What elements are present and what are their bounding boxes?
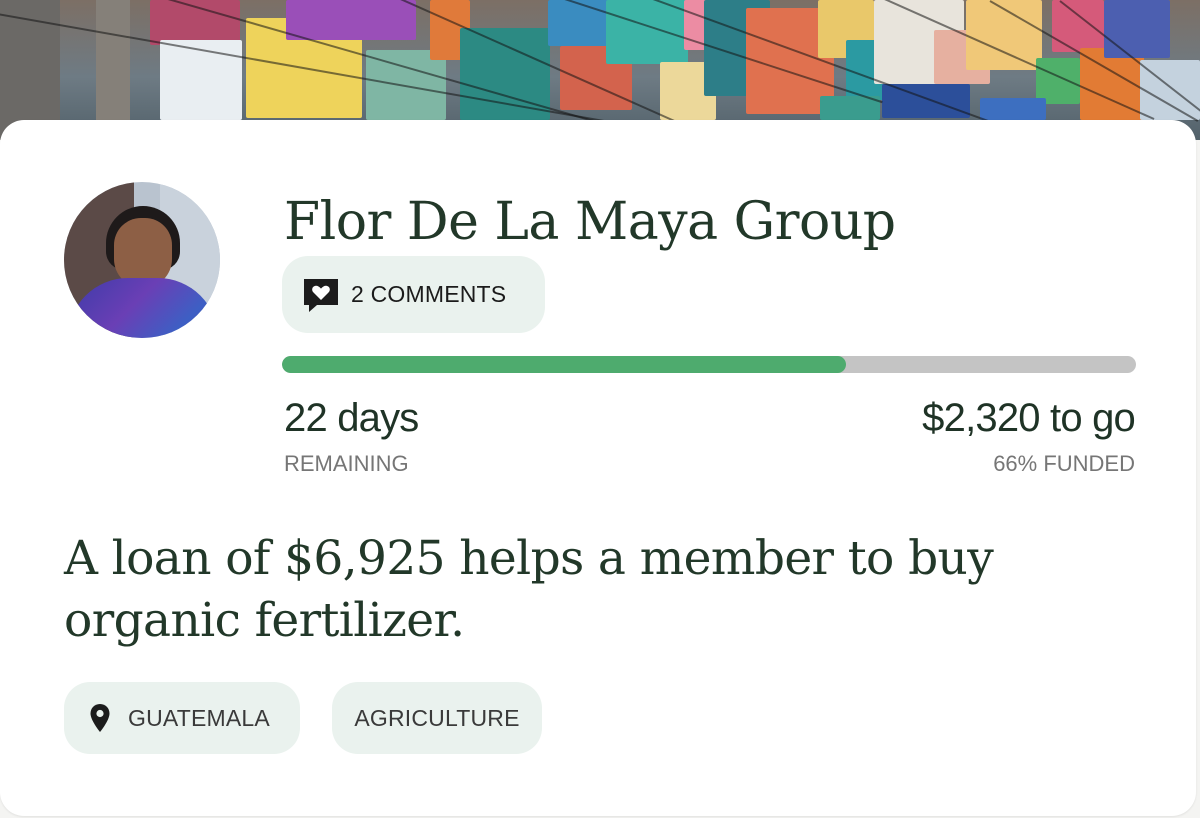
days-remaining-caption: REMAINING [284, 451, 409, 476]
comments-count-label: 2 COMMENTS [351, 281, 507, 307]
loan-card[interactable]: Flor De La Maya Group 2 COMMENTS 22 days… [0, 120, 1196, 816]
borrower-name[interactable]: Flor De La Maya Group [284, 190, 896, 254]
loan-card-screen: Flor De La Maya Group 2 COMMENTS 22 days… [0, 0, 1200, 818]
amount-to-go-stat: $2,320 to go 66% FUNDED [922, 394, 1136, 478]
time-remaining-stat: 22 days REMAINING [284, 394, 419, 478]
funding-progress-bar [282, 356, 1136, 373]
sector-tag[interactable]: AGRICULTURE [332, 682, 542, 754]
country-label: GUATEMALA [128, 704, 270, 731]
map-pin-icon [86, 700, 114, 736]
background-photo [0, 0, 1200, 140]
comments-button[interactable]: 2 COMMENTS [282, 256, 545, 333]
funding-progress-fill [282, 356, 846, 373]
borrower-photo[interactable] [64, 182, 220, 338]
days-remaining-value: 22 days [284, 396, 419, 440]
amount-to-go-value: $2,320 to go [922, 396, 1136, 440]
sector-label: AGRICULTURE [354, 704, 520, 731]
funded-percent-caption: 66% FUNDED [993, 451, 1135, 476]
loan-description[interactable]: A loan of $6,925 helps a member to buy o… [64, 528, 1154, 652]
country-tag[interactable]: GUATEMALA [64, 682, 300, 754]
speech-bubble-heart-icon [301, 275, 341, 315]
